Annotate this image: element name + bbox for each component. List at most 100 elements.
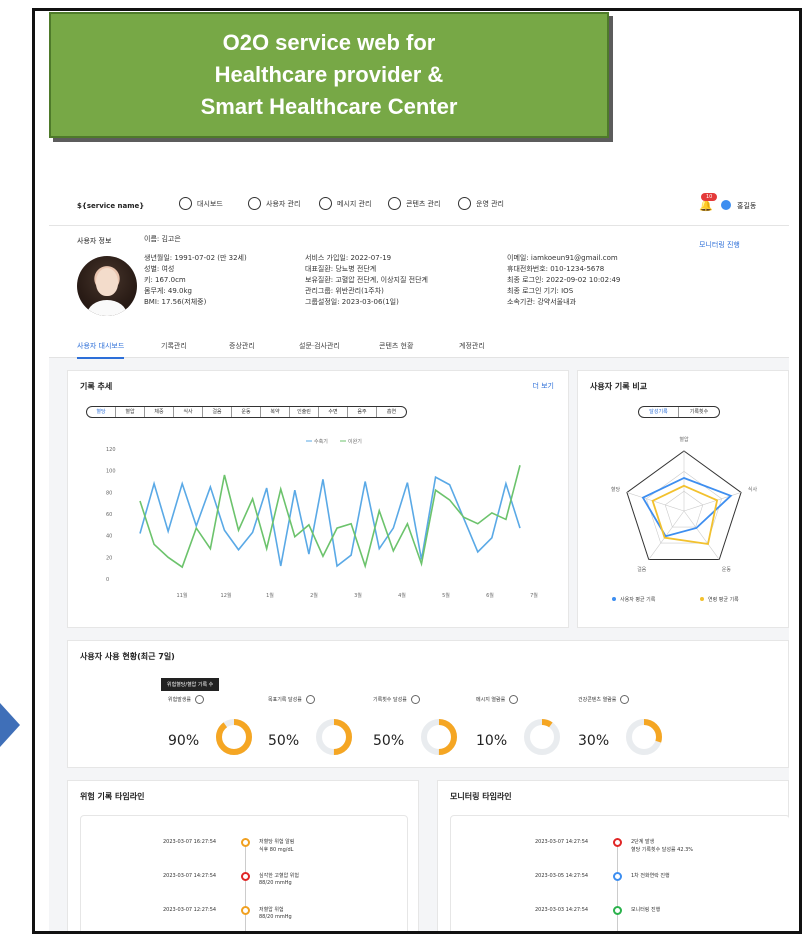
- legend-dot: [612, 597, 616, 601]
- y-tick-label: 40: [106, 534, 112, 540]
- radar-axis-label: 혈당: [611, 486, 621, 493]
- usage-value: 30%: [578, 733, 610, 749]
- user-name[interactable]: 홍길동: [737, 201, 756, 211]
- user-last-device: 최종 로그인 기기: IOS: [507, 287, 574, 295]
- radar-axis-label: 운동: [722, 567, 732, 573]
- usage-value: 90%: [168, 733, 200, 749]
- tab-content[interactable]: 콘텐츠 현황: [379, 341, 413, 351]
- usage-donut: [524, 719, 560, 755]
- usage-label-text: 목표기록 달성률: [268, 697, 302, 703]
- banner-line-1: O2O service web for: [222, 30, 436, 55]
- more-link[interactable]: 더 보기: [532, 381, 554, 391]
- nav-message-management[interactable]: 메시지 관리: [319, 197, 371, 210]
- usage-label-text: 위험발생률: [168, 697, 192, 703]
- question-icon[interactable]: [305, 695, 315, 704]
- usage-label: 목표기록 달성률: [268, 695, 315, 704]
- segment-7[interactable]: 인슐린: [290, 407, 319, 417]
- toggle-achieved[interactable]: 달성기록: [639, 407, 679, 417]
- timeline-time: 2023-03-03 14:27:54: [535, 907, 589, 913]
- timeline-text: 1차 전화연락 진행: [631, 873, 670, 879]
- usage-label: 건강콘텐츠 열람률: [578, 695, 630, 704]
- tab-records[interactable]: 기록관리: [161, 341, 187, 351]
- segment-9[interactable]: 음주: [348, 407, 377, 417]
- tab-surveys[interactable]: 설문·검사관리: [299, 341, 340, 351]
- nav-icon: [388, 197, 401, 210]
- timeline-time: 2023-03-07 14:27:54: [535, 839, 589, 845]
- timeline-time: 2023-03-07 12:27:54: [163, 907, 217, 913]
- compare-radar-chart: 혈압식사운동 걸음 혈당사용자 평균 기록 연령 평균 기록: [611, 436, 758, 603]
- question-icon[interactable]: [509, 695, 519, 704]
- user-last-login: 최종 로그인: 2022-09-02 10:02:49: [507, 276, 621, 284]
- nav-label: 사용자 관리: [266, 199, 301, 208]
- user-avatar[interactable]: [721, 200, 731, 210]
- usage-donut: [421, 719, 457, 755]
- nav-icon: [179, 197, 192, 210]
- tab-bar: 사용자 대시보드 기록관리 증상관리 설문·검사관리 콘텐츠 현황 계정관리: [49, 332, 789, 359]
- timeline-time: 2023-03-05 14:27:54: [535, 873, 589, 879]
- tab-account[interactable]: 계정관리: [459, 341, 485, 351]
- user-gender: 성별: 여성: [144, 265, 175, 273]
- radar-axis-label: 식사: [748, 486, 758, 493]
- user-weight: 몸무게: 49.0kg: [144, 287, 192, 295]
- risk-timeline-card: 위험 기록 타임라인 2023-03-07 16:27:54 저혈당 위험 알림 식…: [67, 780, 419, 931]
- user-info-col-2: 서비스 가입일: 2022-07-19 대표질환: 당뇨병 전단계 보유질환: …: [305, 253, 428, 308]
- top-navigation-bar: ${service name} 대시보드 사용자 관리 메시지 관리 콘텐츠 관…: [49, 182, 789, 226]
- segment-6[interactable]: 복약: [261, 407, 290, 417]
- donut-track: [524, 719, 560, 755]
- segment-5[interactable]: 운동: [232, 407, 261, 417]
- segment-2[interactable]: 체중: [145, 407, 174, 417]
- usage-label: 위험발생률: [168, 695, 205, 704]
- y-tick-label: 100: [106, 469, 116, 475]
- segment-0[interactable]: 혈당: [87, 407, 116, 417]
- segment-8[interactable]: 수면: [319, 407, 348, 417]
- monitoring-button[interactable]: 모니터링 진행: [699, 240, 740, 250]
- timeline-text: 모니터링 진행: [631, 907, 661, 913]
- x-tick-label: 4월: [398, 592, 406, 599]
- nav-icon: [458, 197, 471, 210]
- tab-user-dashboard[interactable]: 사용자 대시보드: [77, 341, 125, 359]
- user-birth: 생년월일: 1991-07-02 (만 32세): [144, 254, 247, 262]
- usage-label-text: 건강콘텐츠 열람률: [578, 697, 617, 703]
- user-institution: 소속기관: 강약서울내과: [507, 298, 576, 306]
- y-tick-label: 0: [106, 577, 109, 583]
- banner-line-3: Smart Healthcare Center: [200, 94, 458, 119]
- y-tick-label: 60: [106, 512, 112, 518]
- user-diseases: 보유질환: 고혈압 전단계, 이상지질 전단계: [305, 276, 428, 284]
- question-icon[interactable]: [620, 695, 630, 704]
- tab-symptoms[interactable]: 증상관리: [229, 341, 255, 351]
- user-photo: [77, 256, 137, 316]
- segment-4[interactable]: 걸음: [203, 407, 232, 417]
- monitor-timeline-box: 2023-03-07 14:27:54 2단계 발생 혈당 기록횟수 달성률 42.…: [450, 815, 789, 931]
- usage-title: 사용자 사용 현황(최근 7일): [80, 652, 175, 661]
- user-info-col-3: 이메일: iamkoeun91@gmail.com 휴대전화번호: 010-12…: [507, 253, 620, 308]
- timeline-text: 심각한 고혈압 위험: [259, 873, 299, 879]
- segment-1[interactable]: 혈압: [116, 407, 145, 417]
- nav-icon: [319, 197, 332, 210]
- segment-10[interactable]: 흡연: [377, 407, 406, 417]
- radar-axis-label: 걸음: [637, 566, 647, 573]
- nav-content-management[interactable]: 콘텐츠 관리: [388, 197, 440, 210]
- nav-operation-management[interactable]: 운영 관리: [458, 197, 504, 210]
- toggle-count[interactable]: 기록횟수: [679, 407, 719, 417]
- user-phone: 휴대전화번호: 010-1234-5678: [507, 265, 605, 273]
- nav-user-management[interactable]: 사용자 관리: [248, 197, 300, 210]
- user-main-disease: 대표질환: 당뇨병 전단계: [305, 265, 377, 273]
- user-group: 관리그룹: 위반관리(1주차): [305, 287, 384, 295]
- slide-frame: O2O service web for Healthcare provider …: [32, 8, 802, 934]
- risk-timeline-title: 위험 기록 타임라인: [80, 792, 145, 801]
- segment-3[interactable]: 식사: [174, 407, 203, 417]
- y-tick-label: 80: [106, 490, 112, 496]
- nav-icon: [248, 197, 261, 210]
- record-trend-card: 기록 추세 더 보기 혈당 혈압 체중 식사 걸음 운동 복약 인슐린 수면 음주 흡연 0 20 40…: [67, 370, 569, 628]
- series-line: [139, 465, 521, 569]
- y-tick-label: 20: [106, 555, 112, 561]
- record-type-selector: 혈당 혈압 체중 식사 걸음 운동 복약 인슐린 수면 음주 흡연: [86, 406, 407, 418]
- x-tick-label: 7월: [530, 592, 538, 599]
- nav-dashboard[interactable]: 대시보드: [179, 197, 223, 210]
- question-icon[interactable]: [195, 695, 205, 704]
- timeline-text: 저혈압 위험: [259, 907, 284, 913]
- user-height: 키: 167.0cm: [144, 276, 186, 284]
- question-icon[interactable]: [410, 695, 420, 704]
- usage-tooltip: 위험혈당/혈압 기록 수: [161, 678, 220, 691]
- notification-badge: 10: [701, 193, 718, 201]
